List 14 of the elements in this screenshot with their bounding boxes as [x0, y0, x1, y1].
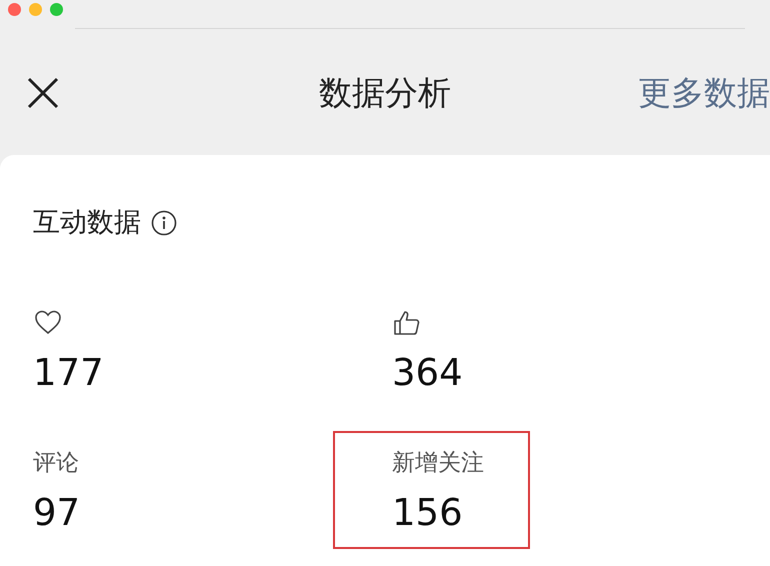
metric-value: 364 — [392, 350, 463, 394]
metric-value: 97 — [33, 490, 80, 534]
metric-label: 新增关注 — [392, 448, 484, 478]
window-control[interactable] — [50, 3, 63, 16]
info-icon[interactable] — [151, 210, 177, 236]
window-control[interactable] — [8, 3, 21, 16]
section-title: 互动数据 — [33, 206, 141, 240]
more-data-link[interactable]: 更多数据 — [638, 68, 770, 118]
metric-value: 177 — [33, 350, 104, 394]
metric-label: 评论 — [33, 448, 79, 478]
window-control[interactable] — [29, 3, 42, 16]
metric-value: 156 — [392, 490, 463, 534]
close-icon[interactable] — [27, 76, 59, 108]
page-title: 数据分析 — [319, 72, 451, 112]
